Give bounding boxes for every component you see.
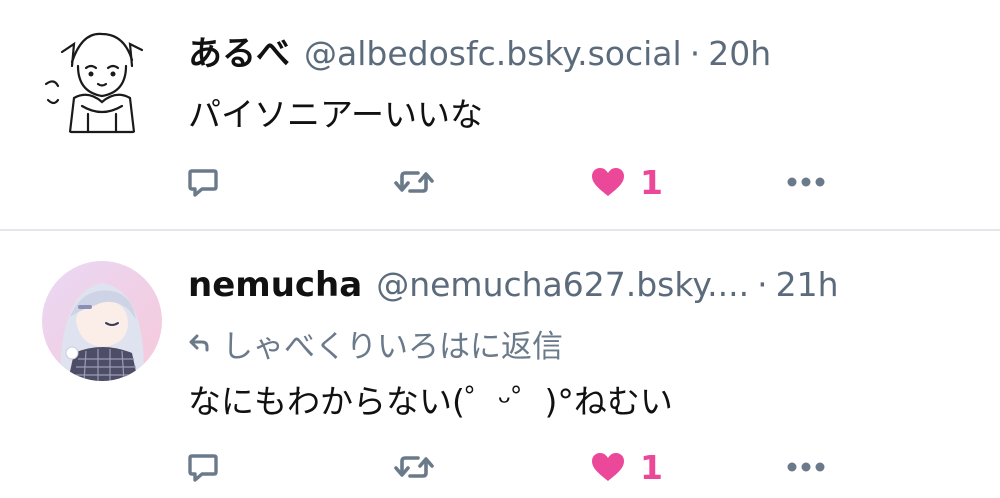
repost-arrows-icon [394, 456, 434, 478]
heart-icon [592, 453, 624, 481]
post-text: パイソニアーいいな [188, 95, 484, 134]
post-text: なにもわからない(゜ᵕ゜)°ねむい [188, 382, 673, 421]
post-actions: 1 [186, 445, 836, 489]
reply-to-indicator[interactable]: しゃべくりいろはに返信 [188, 323, 563, 365]
like-count: 1 [640, 162, 663, 202]
repost-arrows-icon [394, 171, 434, 193]
reply-button[interactable] [186, 445, 220, 489]
reply-button[interactable] [186, 160, 220, 204]
comment-bubble-icon [188, 454, 218, 482]
post[interactable]: あるべ @albedosfc.bsky.social · 20h パイソニアーい… [0, 0, 1000, 229]
display-name[interactable]: あるべ [188, 26, 290, 75]
avatar-sketch-girl-icon [42, 22, 162, 142]
avatar[interactable] [42, 261, 162, 381]
avatar[interactable] [42, 22, 162, 142]
like-button[interactable]: 1 [590, 445, 663, 489]
separator: · [689, 34, 701, 73]
handle[interactable]: @albedosfc.bsky.social [304, 34, 682, 73]
post-header: あるべ @albedosfc.bsky.social · 20h [188, 26, 771, 76]
post[interactable]: nemucha @nemucha627.bsky.... · 21h しゃべくり… [0, 231, 1000, 498]
reply-arrow-icon [189, 334, 209, 352]
like-button[interactable]: 1 [590, 160, 663, 204]
more-dots-icon [787, 462, 825, 472]
repost-button[interactable] [392, 445, 436, 489]
more-options-button[interactable] [786, 445, 826, 489]
like-count: 1 [640, 447, 663, 487]
more-dots-icon [787, 177, 825, 187]
timestamp[interactable]: 21h [776, 265, 839, 304]
separator: · [757, 265, 768, 304]
reply-to-label: しゃべくりいろはに返信 [222, 328, 563, 365]
avatar-sleepy-girl-icon [42, 261, 162, 381]
post-header: nemucha @nemucha627.bsky.... · 21h [188, 265, 839, 315]
comment-bubble-icon [188, 169, 218, 197]
handle[interactable]: @nemucha627.bsky.... [376, 265, 749, 304]
timestamp[interactable]: 20h [708, 34, 771, 73]
display-name[interactable]: nemucha [188, 265, 362, 305]
more-options-button[interactable] [786, 160, 826, 204]
repost-button[interactable] [392, 160, 436, 204]
post-actions: 1 [186, 160, 836, 204]
heart-icon [592, 168, 624, 196]
